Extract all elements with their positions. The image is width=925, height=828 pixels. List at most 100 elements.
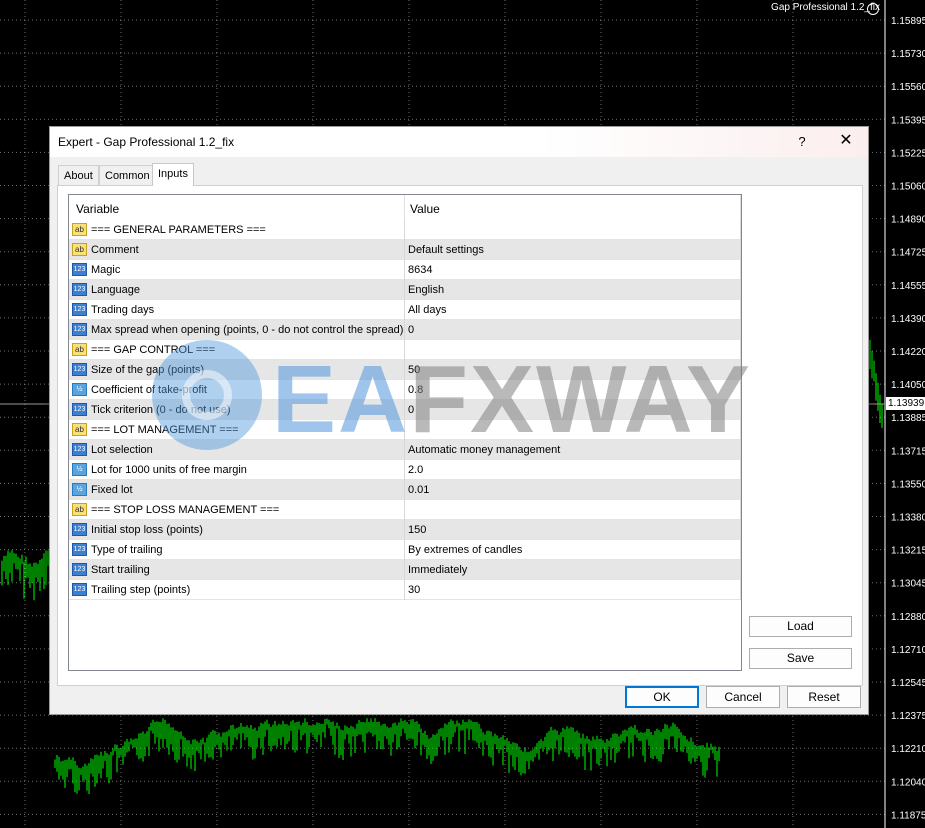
- variable-value[interactable]: 8634: [408, 260, 432, 280]
- table-row[interactable]: ½ Lot for 1000 units of free margin 2.0: [69, 460, 741, 480]
- variable-value[interactable]: 0.8: [408, 380, 423, 400]
- variable-value[interactable]: Default settings: [408, 240, 484, 260]
- cell-separator: [404, 580, 405, 600]
- string-type-icon: ab: [72, 423, 87, 436]
- price-axis-label: 1.14220: [891, 347, 925, 358]
- variable-value[interactable]: Immediately: [408, 560, 467, 580]
- column-header-value[interactable]: Value: [410, 202, 440, 216]
- price-axis-label: 1.14725: [891, 248, 925, 259]
- price-axis-label: 1.12880: [891, 612, 925, 623]
- variable-value[interactable]: 30: [408, 580, 420, 600]
- cancel-button[interactable]: Cancel: [706, 686, 780, 708]
- tab-inputs[interactable]: Inputs: [152, 163, 194, 186]
- price-axis-label: 1.13550: [891, 479, 925, 490]
- variable-name: Initial stop loss (points): [91, 524, 203, 536]
- column-separator[interactable]: [404, 195, 405, 220]
- cell-separator: [740, 500, 741, 520]
- cell-separator: [740, 340, 741, 360]
- integer-type-icon: 123: [72, 523, 87, 536]
- table-row[interactable]: 123 Magic 8634: [69, 260, 741, 280]
- variable-name: Comment: [91, 244, 139, 256]
- cell-separator: [740, 540, 741, 560]
- price-axis-label: 1.15060: [891, 182, 925, 193]
- table-row[interactable]: 123 Type of trailing By extremes of candle…: [69, 540, 741, 560]
- table-row[interactable]: 123 Size of the gap (points) 50: [69, 360, 741, 380]
- table-row[interactable]: 123 Trailing step (points) 30: [69, 580, 741, 600]
- integer-type-icon: 123: [72, 403, 87, 416]
- string-type-icon: ab: [72, 503, 87, 516]
- cell-separator: [740, 380, 741, 400]
- table-row[interactable]: 123 Language English: [69, 280, 741, 300]
- cell-separator: [404, 460, 405, 480]
- variable-name: Type of trailing: [91, 544, 163, 556]
- tab-about[interactable]: About: [58, 165, 99, 185]
- variable-value[interactable]: Automatic money management: [408, 440, 560, 460]
- current-price-label: 1.13939: [886, 397, 925, 410]
- cell-separator: [740, 520, 741, 540]
- table-row[interactable]: 123 Start trailing Immediately: [69, 560, 741, 580]
- price-axis-label: 1.12710: [891, 645, 925, 656]
- variable-value[interactable]: 0: [408, 400, 414, 420]
- close-button[interactable]: ✕: [835, 131, 857, 151]
- variable-value[interactable]: 0.01: [408, 480, 429, 500]
- save-button[interactable]: Save: [749, 648, 852, 669]
- price-axis-label: 1.12040: [891, 777, 925, 788]
- table-row[interactable]: ab === LOT MANAGEMENT ===: [69, 420, 741, 440]
- table-row[interactable]: 123 Max spread when opening (points, 0 - …: [69, 320, 741, 340]
- load-button[interactable]: Load: [749, 616, 852, 637]
- cell-separator: [404, 340, 405, 360]
- table-row[interactable]: 123 Initial stop loss (points) 150: [69, 520, 741, 540]
- price-axis-label: 1.13380: [891, 513, 925, 524]
- table-row[interactable]: ab === GENERAL PARAMETERS ===: [69, 220, 741, 240]
- price-axis-label: 1.13715: [891, 446, 925, 457]
- variable-name: === GAP CONTROL ===: [91, 344, 216, 356]
- price-axis-label: 1.15395: [891, 115, 925, 126]
- variable-name: === GENERAL PARAMETERS ===: [91, 224, 266, 236]
- table-row[interactable]: 123 Tick criterion (0 - do not use) 0: [69, 400, 741, 420]
- table-row[interactable]: ab === GAP CONTROL ===: [69, 340, 741, 360]
- price-axis-label: 1.14555: [891, 281, 925, 292]
- table-row[interactable]: ½ Fixed lot 0.01: [69, 480, 741, 500]
- table-row[interactable]: ab Comment Default settings: [69, 240, 741, 260]
- variable-value[interactable]: English: [408, 280, 444, 300]
- cell-separator: [404, 520, 405, 540]
- cell-separator: [404, 300, 405, 320]
- column-separator: [740, 195, 741, 220]
- variable-value[interactable]: By extremes of candles: [408, 540, 522, 560]
- table-row[interactable]: 123 Lot selection Automatic money manageme…: [69, 440, 741, 460]
- column-header-variable[interactable]: Variable: [76, 202, 119, 216]
- price-axis-label: 1.12210: [891, 744, 925, 755]
- table-row[interactable]: 123 Trading days All days: [69, 300, 741, 320]
- cell-separator: [740, 280, 741, 300]
- cell-separator: [404, 400, 405, 420]
- cell-separator: [404, 260, 405, 280]
- help-button[interactable]: ?: [792, 133, 812, 151]
- table-row[interactable]: ab === STOP LOSS MANAGEMENT ===: [69, 500, 741, 520]
- cell-separator: [404, 440, 405, 460]
- inputs-grid[interactable]: Variable Value ab === GENERAL PARAMETERS …: [68, 194, 742, 671]
- cell-separator: [740, 420, 741, 440]
- integer-type-icon: 123: [72, 543, 87, 556]
- reset-button[interactable]: Reset: [787, 686, 861, 708]
- variable-value[interactable]: 150: [408, 520, 426, 540]
- cell-separator: [740, 300, 741, 320]
- variable-value[interactable]: All days: [408, 300, 447, 320]
- tab-common[interactable]: Common: [99, 165, 156, 185]
- variable-name: Max spread when opening (points, 0 - do …: [91, 324, 404, 336]
- integer-type-icon: 123: [72, 323, 87, 336]
- variable-value[interactable]: 0: [408, 320, 414, 340]
- ok-button[interactable]: OK: [625, 686, 699, 708]
- cell-separator: [404, 280, 405, 300]
- cell-separator: [740, 240, 741, 260]
- cell-separator: [740, 460, 741, 480]
- dialog-titlebar[interactable]: Expert - Gap Professional 1.2_fix ? ✕: [50, 127, 868, 157]
- price-axis-label: 1.15895: [891, 16, 925, 27]
- integer-type-icon: 123: [72, 263, 87, 276]
- variable-name: === LOT MANAGEMENT ===: [91, 424, 239, 436]
- variable-name: Size of the gap (points): [91, 364, 205, 376]
- variable-value[interactable]: 2.0: [408, 460, 423, 480]
- price-axis-label: 1.11875: [891, 810, 925, 821]
- variable-name: Trailing step (points): [91, 584, 191, 596]
- table-row[interactable]: ½ Coefficient of take-profit 0.8: [69, 380, 741, 400]
- variable-value[interactable]: 50: [408, 360, 420, 380]
